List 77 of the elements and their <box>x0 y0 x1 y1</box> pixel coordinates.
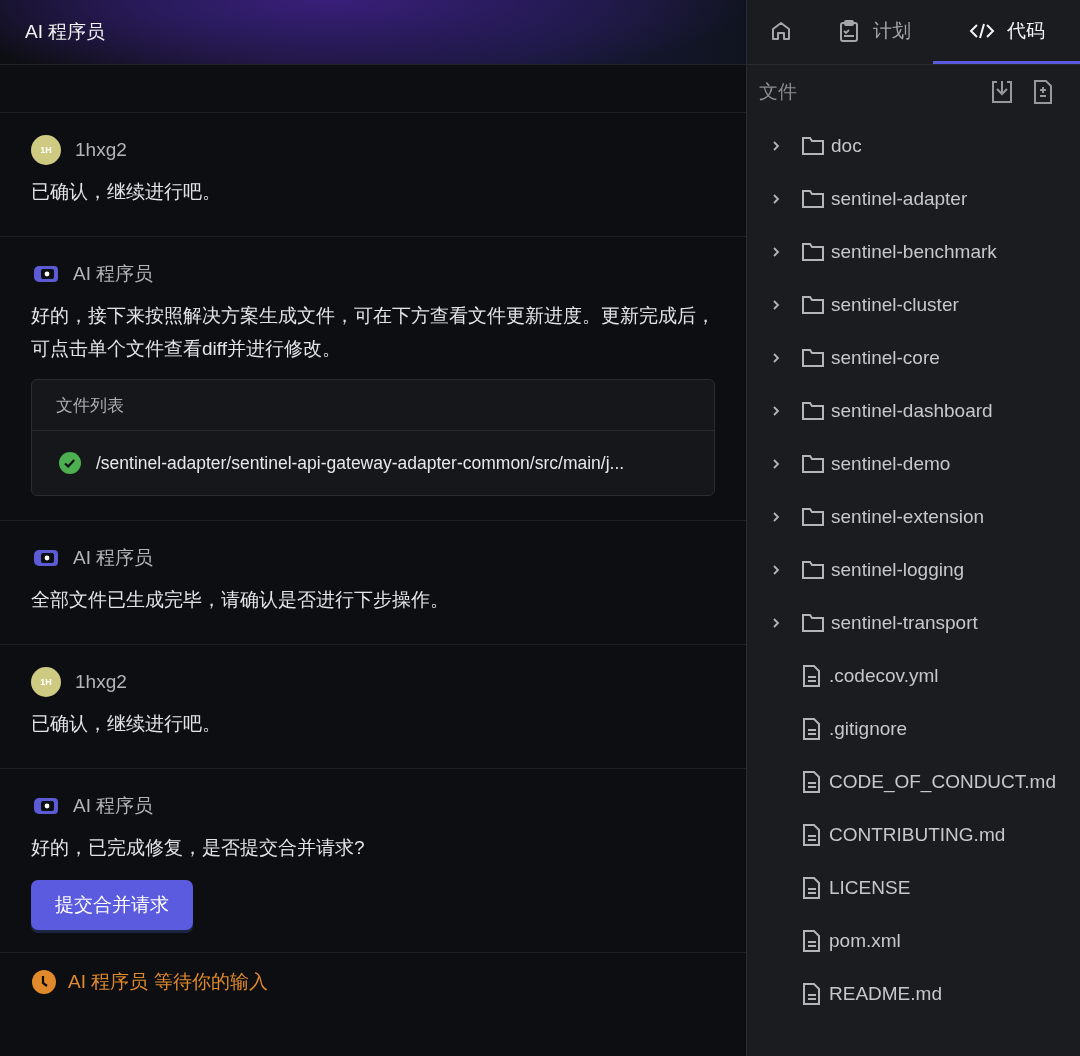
folder-item[interactable]: sentinel-core <box>747 331 1080 384</box>
item-name: sentinel-cluster <box>831 293 959 316</box>
file-item[interactable]: README.md <box>747 967 1080 1020</box>
item-name: sentinel-dashboard <box>831 399 993 422</box>
file-item[interactable]: LICENSE <box>747 861 1080 914</box>
folder-item[interactable]: sentinel-demo <box>747 437 1080 490</box>
item-name: sentinel-adapter <box>831 187 968 210</box>
file-item[interactable]: pom.xml <box>747 914 1080 967</box>
folder-icon <box>801 558 825 581</box>
message-text: 已确认，继续进行吧。 <box>31 180 222 204</box>
item-name: sentinel-logging <box>831 558 965 581</box>
item-name: sentinel-transport <box>831 611 978 634</box>
item-name: sentinel-benchmark <box>831 240 997 263</box>
folder-icon <box>801 293 825 316</box>
message-text: 好的，接下来按照解决方案生成文件，可在下方查看文件更新进度。更新完成后，可点击单个文件查看diff并进行修改。 <box>31 304 715 361</box>
robot-icon <box>33 795 59 817</box>
sender-name: AI 程序员 <box>73 794 154 818</box>
clipboard-icon <box>837 18 861 43</box>
folder-icon <box>801 187 825 210</box>
folder-icon <box>801 346 825 369</box>
file-list-title: 文件列表 <box>56 394 124 417</box>
robot-icon <box>33 547 59 569</box>
item-name: CODE_OF_CONDUCT.md <box>829 770 1056 793</box>
file-icon <box>801 875 823 900</box>
file-item[interactable]: .gitignore <box>747 702 1080 755</box>
app-title: AI 程序员 <box>25 20 106 44</box>
message-text: 全部文件已生成完毕，请确认是否进行下步操作。 <box>31 588 450 612</box>
item-name: sentinel-core <box>831 346 940 369</box>
sender-name: 1hxg2 <box>75 671 127 693</box>
folder-item[interactable]: sentinel-logging <box>747 543 1080 596</box>
file-item[interactable]: .codecov.yml <box>747 649 1080 702</box>
status-text: AI 程序员 等待你的输入 <box>68 970 268 994</box>
code-tab[interactable]: 代码 <box>933 0 1080 64</box>
download-icon[interactable] <box>990 79 1014 105</box>
item-name: sentinel-demo <box>831 452 951 475</box>
folder-item[interactable]: doc <box>747 119 1080 172</box>
message-text: 好的，已完成修复，是否提交合并请求? <box>31 836 366 860</box>
folder-item[interactable]: sentinel-adapter <box>747 172 1080 225</box>
item-name: .codecov.yml <box>829 664 939 687</box>
folder-icon <box>801 240 825 263</box>
submit-merge-request-button[interactable]: 提交合并请求 <box>31 880 193 930</box>
file-icon <box>801 769 823 794</box>
file-icon <box>801 716 823 741</box>
file-icon <box>801 928 823 953</box>
folder-item[interactable]: sentinel-transport <box>747 596 1080 649</box>
user-avatar: 1H <box>31 667 61 697</box>
item-name: README.md <box>829 982 942 1005</box>
folder-item[interactable]: sentinel-extension <box>747 490 1080 543</box>
file-icon <box>801 822 823 847</box>
folder-icon <box>801 452 825 475</box>
sender-name: 1hxg2 <box>75 139 127 161</box>
item-name: .gitignore <box>829 717 908 740</box>
file-icon <box>801 981 823 1006</box>
sender-name: AI 程序员 <box>73 262 154 286</box>
robot-icon <box>33 263 59 285</box>
folder-icon <box>801 611 825 634</box>
sender-name: AI 程序员 <box>73 546 154 570</box>
item-name: LICENSE <box>829 876 911 899</box>
item-name: doc <box>831 134 862 157</box>
folder-icon <box>801 399 825 422</box>
folder-item[interactable]: sentinel-cluster <box>747 278 1080 331</box>
file-item[interactable]: CODE_OF_CONDUCT.md <box>747 755 1080 808</box>
folder-item[interactable]: sentinel-dashboard <box>747 384 1080 437</box>
item-name: CONTRIBUTING.md <box>829 823 1006 846</box>
message-text: 已确认，继续进行吧。 <box>31 712 222 736</box>
folder-icon <box>801 134 825 157</box>
item-name: pom.xml <box>829 929 901 952</box>
file-path[interactable]: /sentinel-adapter/sentinel-api-gateway-adapter-common/src/main/j... <box>96 452 625 474</box>
user-avatar: 1H <box>31 135 61 165</box>
item-name: sentinel-extension <box>831 505 985 528</box>
file-icon <box>801 663 823 688</box>
clock-icon <box>32 970 56 994</box>
folder-icon <box>801 505 825 528</box>
files-title: 文件 <box>759 80 797 104</box>
file-item[interactable]: CONTRIBUTING.md <box>747 808 1080 861</box>
plan-tab[interactable]: 计划 <box>815 0 933 64</box>
folder-item[interactable]: sentinel-benchmark <box>747 225 1080 278</box>
